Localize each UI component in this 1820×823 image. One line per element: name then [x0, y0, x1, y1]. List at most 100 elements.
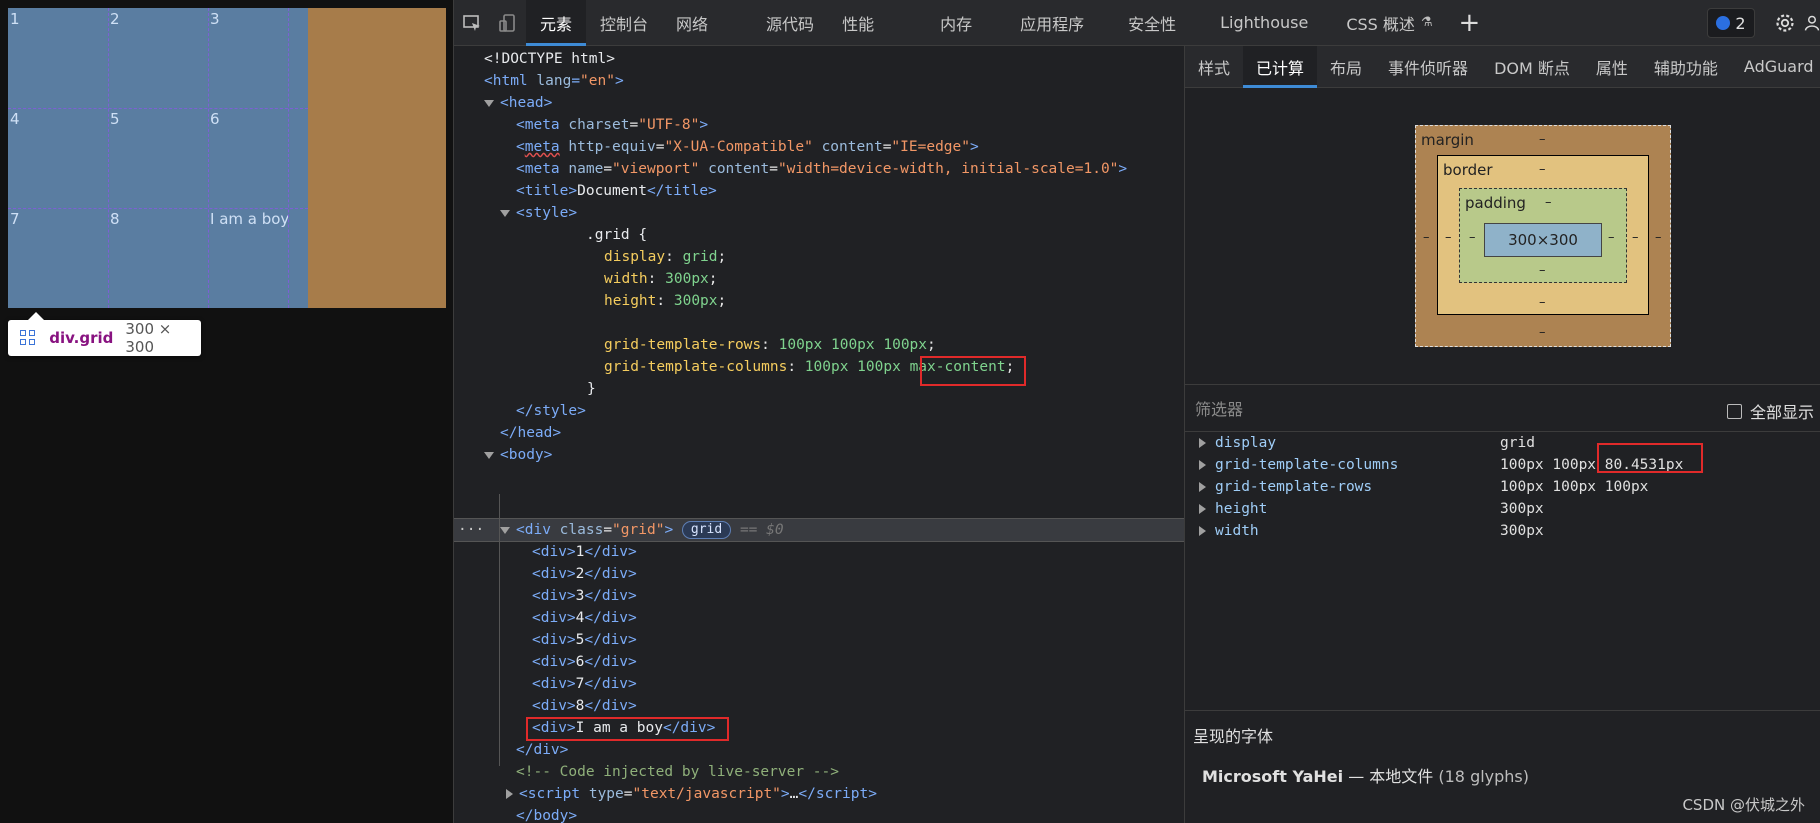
margin-bottom-value[interactable]: – — [1539, 325, 1546, 340]
css-value: 100px 100px 100px — [778, 337, 928, 353]
expand-icon[interactable] — [1199, 504, 1206, 514]
padding-label: padding — [1465, 194, 1526, 212]
collapse-icon[interactable] — [500, 209, 510, 217]
expand-icon[interactable] — [1199, 482, 1206, 492]
expand-icon[interactable] — [506, 789, 513, 799]
dom-line[interactable]: </body> — [516, 805, 577, 823]
margin-left-value[interactable]: – — [1423, 230, 1430, 245]
border-label: border — [1443, 161, 1493, 179]
tab-application[interactable]: 应用程序 — [1006, 0, 1114, 46]
dom-line[interactable]: <div>3</div> — [532, 585, 637, 607]
tab-performance[interactable]: 性能 — [828, 0, 926, 46]
tab-lighthouse[interactable]: Lighthouse — [1206, 0, 1332, 46]
doctype-text: <!DOCTYPE html> — [484, 51, 615, 67]
padding-bottom-value[interactable]: – — [1539, 263, 1546, 278]
border-right-value[interactable]: – — [1632, 230, 1639, 245]
tab-elements[interactable]: 元素 — [526, 0, 587, 46]
customize-user-icon[interactable] — [1803, 0, 1820, 46]
dom-line[interactable]: <div>7</div> — [532, 673, 637, 695]
device-toolbar-icon[interactable] — [490, 0, 526, 46]
expand-icon[interactable] — [1199, 438, 1206, 448]
computed-property-row[interactable]: height 300px — [1185, 498, 1820, 520]
expand-icon[interactable] — [1199, 460, 1206, 470]
collapse-icon[interactable] — [500, 526, 510, 534]
dom-line[interactable]: </div> — [516, 739, 568, 761]
tab-properties[interactable]: 属性 — [1583, 46, 1641, 88]
dom-line[interactable]: <html lang="en"> — [484, 70, 624, 92]
inspect-element-icon[interactable] — [454, 0, 490, 46]
dom-line[interactable]: <title>Document</title> — [516, 180, 717, 202]
collapse-icon[interactable] — [484, 451, 494, 459]
property-value: grid — [1500, 435, 1535, 451]
expand-icon[interactable] — [1199, 526, 1206, 536]
tab-computed[interactable]: 已计算 — [1243, 45, 1318, 88]
dom-line[interactable]: <meta charset="UTF-8"> — [516, 114, 708, 136]
more-tabs-icon[interactable]: + — [1447, 0, 1493, 46]
padding-left-value[interactable]: – — [1469, 230, 1476, 245]
padding-top-value[interactable]: – — [1545, 195, 1552, 210]
css-prop: width — [604, 271, 648, 287]
tab-sources[interactable]: 源代码 — [752, 0, 828, 46]
tab-memory[interactable]: 内存 — [926, 0, 1006, 46]
attr-name: name — [568, 161, 604, 177]
show-all-checkbox[interactable] — [1726, 403, 1742, 419]
border-bottom-value[interactable]: – — [1539, 295, 1546, 310]
css-value: 300px — [665, 271, 709, 287]
dom-line[interactable]: <div>8</div> — [532, 695, 637, 717]
dom-line[interactable]: <!-- Code injected by live-server --> — [516, 761, 839, 783]
grid-container[interactable]: 1 2 3 4 5 6 7 8 I am a boy — [8, 8, 308, 308]
dom-line[interactable]: <body> — [484, 444, 552, 466]
filter-input[interactable]: 筛选器 — [1195, 396, 1243, 420]
collapse-icon[interactable] — [484, 99, 494, 107]
tab-accessibility[interactable]: 辅助功能 — [1641, 46, 1731, 88]
more-options-icon[interactable]: ··· — [458, 519, 484, 541]
highlight-box — [920, 356, 1026, 386]
dom-line[interactable]: </head> — [500, 422, 561, 444]
dom-line[interactable]: <style> — [500, 202, 577, 224]
dom-line[interactable]: <div>4</div> — [532, 607, 637, 629]
box-model-content[interactable]: 300×300 — [1484, 223, 1602, 257]
highlight-box — [526, 717, 729, 741]
margin-top-value[interactable]: – — [1539, 132, 1546, 147]
dom-line[interactable]: <meta http-equiv="X-UA-Compatible" conte… — [516, 136, 979, 158]
tab-adguard[interactable]: AdGuard — [1731, 46, 1820, 88]
attr-value: "width=device-width, initial-scale=1.0" — [777, 161, 1119, 177]
tab-security[interactable]: 安全性 — [1114, 0, 1206, 46]
border-top-value[interactable]: – — [1539, 162, 1546, 177]
tab-event-listeners[interactable]: 事件侦听器 — [1375, 46, 1481, 88]
tab-console[interactable]: 控制台 — [586, 0, 662, 46]
attr-value: "viewport" — [612, 161, 700, 177]
tab-styles[interactable]: 样式 — [1185, 46, 1243, 88]
dom-line[interactable]: <div>5</div> — [532, 629, 637, 651]
dom-line[interactable]: <head> — [484, 92, 552, 114]
font-source: — 本地文件 — [1343, 767, 1439, 786]
show-all-toggle[interactable]: 全部显示 — [1726, 399, 1814, 423]
border-left-value[interactable]: – — [1445, 230, 1452, 245]
tab-layout[interactable]: 布局 — [1317, 46, 1375, 88]
dom-line[interactable]: </style> — [516, 400, 586, 422]
dom-line[interactable]: <div>6</div> — [532, 651, 637, 673]
issues-badge[interactable]: 2 — [1707, 8, 1755, 38]
dom-line-selected[interactable]: <div class="grid"> grid == $0 — [500, 519, 784, 541]
attr-name: charset — [568, 117, 630, 133]
tab-dom-breakpoints[interactable]: DOM 断点 — [1481, 46, 1583, 88]
grid-cell: 4 — [10, 110, 20, 128]
computed-property-row[interactable]: width 300px — [1185, 520, 1820, 542]
tab-css-overview[interactable]: CSS 概述 ⚗ — [1332, 0, 1446, 46]
dom-line[interactable]: <div>2</div> — [532, 563, 637, 585]
grid-cell: 7 — [10, 210, 20, 228]
dom-line[interactable]: <div>1</div> — [532, 541, 637, 563]
padding-right-value[interactable]: – — [1608, 230, 1615, 245]
dom-line: .grid { — [586, 224, 647, 246]
tab-network[interactable]: 网络 — [662, 0, 752, 46]
dom-line[interactable]: <meta name="viewport" content="width=dev… — [516, 158, 1127, 180]
settings-gear-icon[interactable] — [1767, 0, 1803, 46]
margin-right-value[interactable]: – — [1655, 230, 1662, 245]
computed-property-row[interactable]: grid-template-rows 100px 100px 100px — [1185, 476, 1820, 498]
computed-property-row[interactable]: display grid — [1185, 432, 1820, 454]
grid-badge[interactable]: grid — [681, 521, 732, 539]
tooltip-size: 300 × 300 — [125, 320, 172, 356]
dom-line[interactable]: <!DOCTYPE html> — [484, 48, 615, 70]
dom-line[interactable]: <script type="text/javascript">…</script… — [506, 783, 877, 805]
computed-property-row[interactable]: grid-template-columns 100px 100px 80.4531… — [1185, 454, 1820, 476]
